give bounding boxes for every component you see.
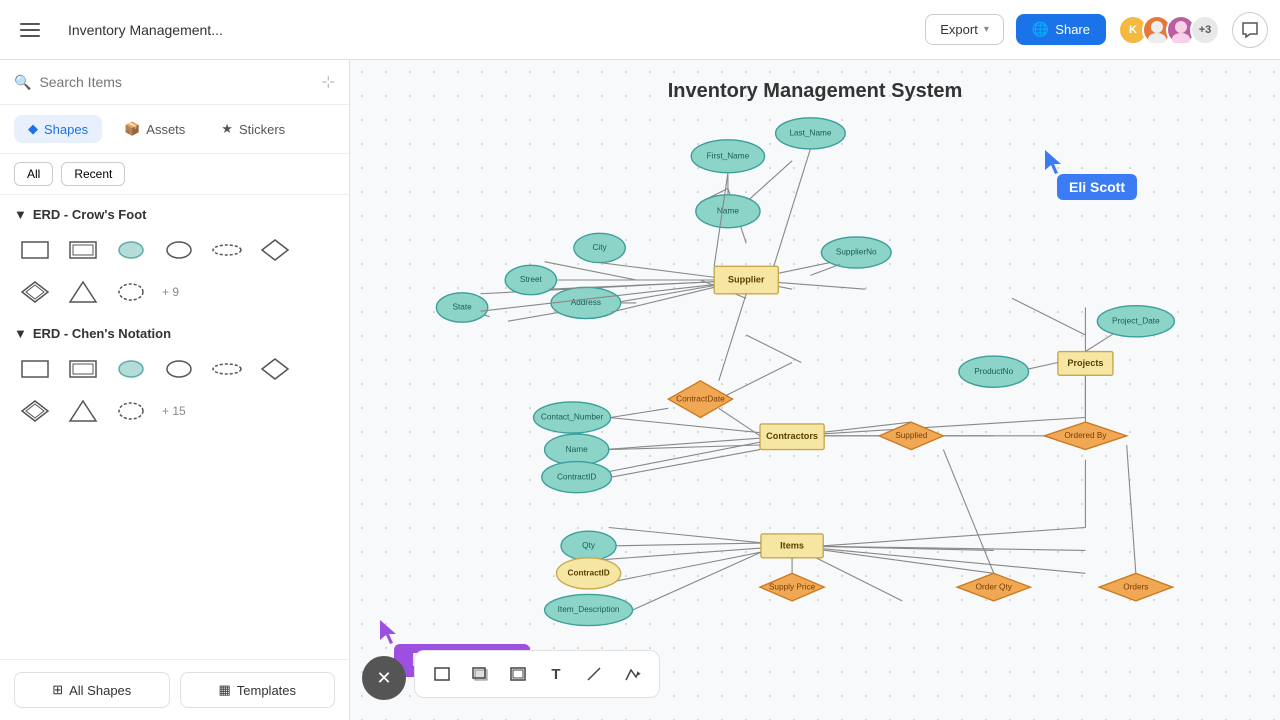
left-panel: 🔍 ⊹ ◆ Shapes 📦 Assets ★ Stickers All Rec…	[0, 60, 350, 720]
text-icon: T	[551, 666, 560, 683]
svg-text:Supply Price: Supply Price	[769, 582, 816, 591]
shape-item[interactable]	[254, 232, 296, 268]
svg-text:Name: Name	[566, 445, 588, 454]
svg-text:State: State	[452, 303, 472, 312]
close-panel-button[interactable]: ✕	[362, 656, 406, 700]
tab-stickers[interactable]: ★ Stickers	[207, 115, 299, 143]
templates-icon: ▦	[218, 682, 230, 698]
svg-text:Last_Name: Last_Name	[789, 129, 832, 138]
more-shapes-crowsfoot: + 9	[162, 285, 179, 299]
templates-button[interactable]: ▦ Templates	[180, 672, 336, 708]
filter-tab-1[interactable]: All	[14, 162, 53, 186]
svg-text:Supplied: Supplied	[895, 431, 928, 440]
shape-item[interactable]	[254, 351, 296, 387]
collapse-arrow-icon: ▼	[14, 207, 27, 222]
close-icon: ✕	[376, 668, 391, 689]
svg-text:First_Name: First_Name	[707, 151, 750, 160]
shapes-content: ▼ ERD - Crow's Foot	[0, 195, 349, 659]
bottom-buttons: ⊞ All Shapes ▦ Templates	[0, 659, 349, 720]
menu-button[interactable]	[12, 12, 48, 48]
svg-text:Items: Items	[780, 540, 804, 550]
shape-item[interactable]	[62, 274, 104, 310]
svg-text:Item_Description: Item_Description	[558, 605, 620, 614]
search-bar: 🔍 ⊹	[0, 60, 349, 105]
avatar-count: +3	[1190, 15, 1220, 45]
shape-item[interactable]	[62, 393, 104, 429]
cursor-eli-scott: Eli Scott	[1045, 150, 1137, 200]
more-shapes-chen: + 15	[162, 404, 186, 418]
shapes-icon: ◆	[28, 121, 38, 137]
svg-text:Qty: Qty	[582, 541, 596, 550]
shape-item[interactable]	[110, 351, 152, 387]
shape-item[interactable]	[110, 232, 152, 268]
frame-tool-button[interactable]	[501, 657, 535, 691]
svg-text:ProductNo: ProductNo	[974, 367, 1013, 376]
svg-text:Name: Name	[717, 206, 739, 215]
pin-icon[interactable]: ⊹	[322, 72, 335, 92]
doc-title: Inventory Management...	[60, 18, 231, 42]
shape-item[interactable]	[62, 232, 104, 268]
shadow-rectangle-tool-button[interactable]	[463, 657, 497, 691]
svg-text:SupplierNo: SupplierNo	[836, 248, 877, 257]
svg-text:Contact_Number: Contact_Number	[541, 413, 604, 422]
section-header-crowsfoot[interactable]: ▼ ERD - Crow's Foot	[14, 207, 335, 222]
section-erd-crowsfoot: ▼ ERD - Crow's Foot	[14, 207, 335, 310]
globe-icon: 🌐	[1032, 21, 1049, 38]
svg-text:Orders: Orders	[1123, 582, 1148, 591]
share-button[interactable]: 🌐 Share	[1016, 14, 1106, 45]
svg-text:City: City	[592, 243, 607, 252]
stickers-icon: ★	[221, 121, 233, 137]
shape-item[interactable]	[110, 393, 152, 429]
avatar-group: K +3	[1118, 15, 1220, 45]
shape-item[interactable]	[14, 393, 56, 429]
shapes-grid-crowsfoot: + 9	[14, 232, 335, 310]
chevron-down-icon: ▾	[984, 24, 989, 35]
shapes-grid-chen: + 15	[14, 351, 335, 429]
svg-text:Projects: Projects	[1067, 358, 1103, 368]
shape-item[interactable]	[158, 232, 200, 268]
main-area: 🔍 ⊹ ◆ Shapes 📦 Assets ★ Stickers All Rec…	[0, 60, 1280, 720]
section-header-chen[interactable]: ▼ ERD - Chen's Notation	[14, 326, 335, 341]
svg-text:Street: Street	[520, 275, 543, 284]
shape-item[interactable]	[14, 351, 56, 387]
tab-shapes[interactable]: ◆ Shapes	[14, 115, 102, 143]
collapse-arrow-icon: ▼	[14, 326, 27, 341]
eli-scott-label: Eli Scott	[1057, 174, 1137, 200]
shape-item[interactable]	[158, 351, 200, 387]
svg-text:ContractDate: ContractDate	[676, 394, 725, 403]
filter-tab-2[interactable]: Recent	[61, 162, 125, 186]
svg-text:Contractors: Contractors	[766, 431, 818, 441]
all-shapes-button[interactable]: ⊞ All Shapes	[14, 672, 170, 708]
canvas-area[interactable]: Inventory Management System .ent { fill:…	[350, 60, 1280, 720]
export-button[interactable]: Export ▾	[925, 14, 1004, 45]
drawing-toolbar: T	[414, 650, 660, 698]
svg-text:Supplier: Supplier	[728, 274, 765, 284]
shape-item[interactable]	[14, 232, 56, 268]
search-icon: 🔍	[14, 74, 31, 91]
svg-text:Order Qty: Order Qty	[976, 582, 1013, 591]
shape-item[interactable]	[206, 232, 248, 268]
svg-text:Project_Date: Project_Date	[1112, 316, 1160, 325]
tab-bar: ◆ Shapes 📦 Assets ★ Stickers	[0, 105, 349, 154]
topbar: Inventory Management... Export ▾ 🌐 Share…	[0, 0, 1280, 60]
grid-icon: ⊞	[52, 682, 63, 698]
shape-item[interactable]	[206, 351, 248, 387]
tab-assets[interactable]: 📦 Assets	[110, 115, 199, 143]
comment-button[interactable]	[1232, 12, 1268, 48]
rectangle-tool-button[interactable]	[425, 657, 459, 691]
shape-item[interactable]	[14, 274, 56, 310]
search-input[interactable]	[39, 74, 313, 90]
svg-text:Ordered By: Ordered By	[1064, 431, 1107, 440]
draw-tool-button[interactable]	[615, 657, 649, 691]
line-tool-button[interactable]	[577, 657, 611, 691]
shape-item[interactable]	[110, 274, 152, 310]
section-erd-chen: ▼ ERD - Chen's Notation	[14, 326, 335, 429]
assets-icon: 📦	[124, 121, 140, 137]
shape-item[interactable]	[62, 351, 104, 387]
text-tool-button[interactable]: T	[539, 657, 573, 691]
svg-text:ContractID: ContractID	[557, 472, 596, 481]
svg-text:ContractID: ContractID	[567, 569, 609, 578]
